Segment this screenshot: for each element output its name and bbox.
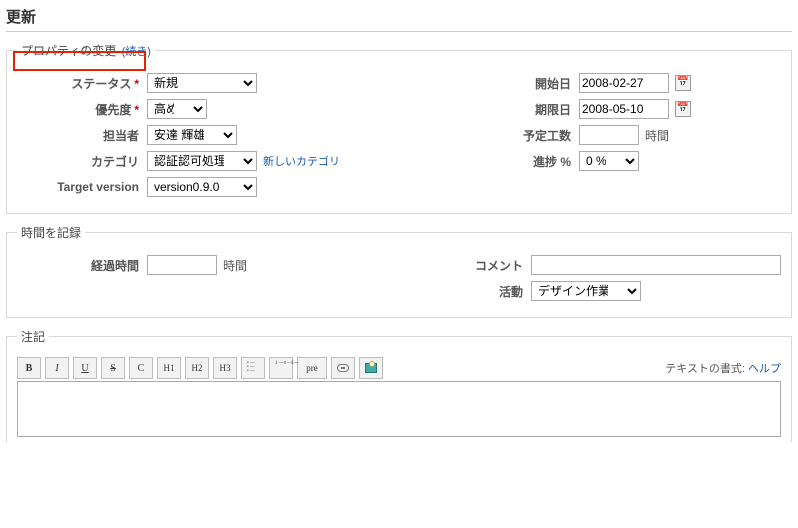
elapsed-label: 経過時間 <box>17 257 147 274</box>
properties-fieldset: プロパティの変更 (続き) ステータス* 新規 優先度* 高め 担当者 安達 輝… <box>6 42 792 214</box>
assignee-select[interactable]: 安達 輝雄 <box>147 125 237 145</box>
ol-icon <box>275 363 287 373</box>
italic-button[interactable]: I <box>45 357 69 379</box>
new-category-link[interactable]: 新しいカテゴリ <box>263 153 340 169</box>
help-link[interactable]: ヘルプ <box>748 363 781 375</box>
status-select[interactable]: 新規 <box>147 73 257 93</box>
notes-legend: 注記 <box>17 328 49 345</box>
link-button[interactable] <box>331 357 355 379</box>
format-help: テキストの書式: ヘルプ <box>665 360 781 376</box>
est-hours-label: 予定工数 <box>399 127 579 144</box>
elapsed-unit: 時間 <box>223 257 247 274</box>
time-legend: 時間を記録 <box>17 224 85 241</box>
comment-label: コメント <box>351 257 531 274</box>
activity-select[interactable]: デザイン作業 <box>531 281 641 301</box>
status-label: ステータス* <box>17 75 147 92</box>
calendar-icon[interactable]: 📅 <box>675 101 691 117</box>
target-version-select[interactable]: version0.9.0 <box>147 177 257 197</box>
page-title: 更新 <box>6 6 792 32</box>
h2-button[interactable]: H2 <box>185 357 209 379</box>
code-button[interactable]: C <box>129 357 153 379</box>
category-select[interactable]: 認証認可処理 <box>147 151 257 171</box>
notes-textarea[interactable] <box>17 381 781 437</box>
due-date-input[interactable] <box>579 99 669 119</box>
bold-button[interactable]: B <box>17 357 41 379</box>
target-version-label: Target version <box>17 180 147 194</box>
strike-button[interactable]: S <box>101 357 125 379</box>
elapsed-input[interactable] <box>147 255 217 275</box>
properties-more-link[interactable]: (続き) <box>122 46 151 58</box>
progress-select[interactable]: 0 % <box>579 151 639 171</box>
editor-toolbar: B I U S C H1 H2 H3 pre テキストの書式: ヘルプ <box>17 357 781 379</box>
h3-button[interactable]: H3 <box>213 357 237 379</box>
start-date-label: 開始日 <box>399 75 579 92</box>
notes-fieldset: 注記 B I U S C H1 H2 H3 pre テキストの書式: ヘルプ <box>6 328 792 442</box>
ol-button[interactable] <box>269 357 293 379</box>
time-fieldset: 時間を記録 経過時間 時間 コメント 活動 デザイン作業 <box>6 224 792 318</box>
priority-select[interactable]: 高め <box>147 99 207 119</box>
progress-label: 進捗 % <box>399 153 579 170</box>
est-hours-unit: 時間 <box>645 127 669 144</box>
image-button[interactable] <box>359 357 383 379</box>
underline-button[interactable]: U <box>73 357 97 379</box>
comment-input[interactable] <box>531 255 781 275</box>
ul-icon <box>247 363 259 373</box>
start-date-input[interactable] <box>579 73 669 93</box>
est-hours-input[interactable] <box>579 125 639 145</box>
link-icon <box>337 364 349 372</box>
ul-button[interactable] <box>241 357 265 379</box>
image-icon <box>365 363 377 373</box>
calendar-icon[interactable]: 📅 <box>675 75 691 91</box>
activity-label: 活動 <box>351 283 531 300</box>
due-date-label: 期限日 <box>399 101 579 118</box>
priority-label: 優先度* <box>17 101 147 118</box>
properties-legend-text: プロパティの変更 <box>21 44 116 58</box>
h1-button[interactable]: H1 <box>157 357 181 379</box>
assignee-label: 担当者 <box>17 127 147 144</box>
category-label: カテゴリ <box>17 153 147 170</box>
properties-legend: プロパティの変更 (続き) <box>17 42 155 59</box>
pre-button[interactable]: pre <box>297 357 327 379</box>
